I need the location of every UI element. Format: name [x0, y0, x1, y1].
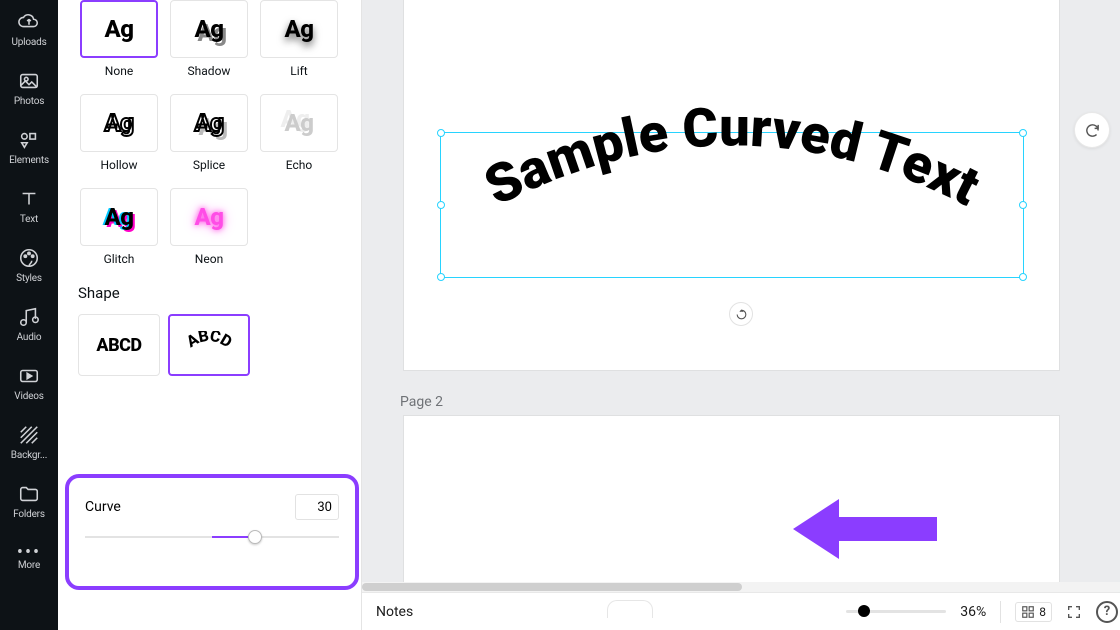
- effect-sample: Ag: [195, 203, 224, 231]
- nav-item-styles[interactable]: Styles: [0, 236, 58, 295]
- curve-slider[interactable]: [85, 536, 339, 538]
- nav-item-audio[interactable]: Audio: [0, 295, 58, 354]
- effect-label: Hollow: [100, 158, 137, 172]
- refresh-icon: [1084, 122, 1101, 139]
- effect-sample: Ag: [195, 15, 224, 43]
- page-2[interactable]: [404, 416, 1059, 592]
- effect-label: Neon: [195, 252, 223, 266]
- curved-abcd-icon: ABCD: [179, 331, 239, 359]
- nav-item-more[interactable]: ••• More: [0, 531, 58, 590]
- nav-item-text[interactable]: Text: [0, 177, 58, 236]
- shape-none[interactable]: ABCD: [78, 314, 160, 376]
- nav-item-label: Videos: [14, 391, 43, 402]
- nav-item-label: More: [18, 560, 40, 571]
- effect-sample: Ag: [285, 109, 314, 137]
- pages-grid-icon: [1021, 605, 1035, 619]
- photos-icon: [18, 70, 40, 92]
- effect-label: Shadow: [188, 64, 231, 78]
- effect-sample: Ag: [285, 15, 314, 43]
- effects-panel: Ag None Ag Shadow Ag Lift Ag Hollow Ag S…: [58, 0, 362, 630]
- shape-heading: Shape: [78, 284, 341, 302]
- separator: [1000, 601, 1001, 623]
- curve-value-input[interactable]: [295, 494, 339, 520]
- videos-icon: [18, 365, 40, 387]
- curved-text-element[interactable]: Sample Curved Text: [440, 88, 1024, 308]
- nav-item-label: Folders: [13, 509, 45, 520]
- rotate-handle[interactable]: [729, 302, 753, 326]
- text-icon: [18, 188, 40, 210]
- effect-echo[interactable]: Ag Echo: [258, 94, 340, 172]
- nav-item-label: Audio: [17, 332, 42, 343]
- effect-sample: Ag: [105, 203, 134, 231]
- fullscreen-icon[interactable]: [1066, 604, 1082, 620]
- effect-label: Glitch: [104, 252, 135, 266]
- effect-shadow[interactable]: Ag Shadow: [168, 0, 250, 78]
- background-icon: [18, 424, 40, 446]
- slider-knob[interactable]: [248, 530, 262, 544]
- effect-lift[interactable]: Ag Lift: [258, 0, 340, 78]
- page-refresh-button[interactable]: [1074, 112, 1110, 148]
- nav-item-label: Uploads: [11, 37, 46, 48]
- page-grid-button[interactable]: 8: [1015, 602, 1052, 622]
- effect-splice[interactable]: Ag Splice: [168, 94, 250, 172]
- effect-glitch[interactable]: Ag Glitch: [78, 188, 160, 266]
- shape-sample: ABCD: [96, 335, 141, 356]
- effect-sample: Ag: [105, 15, 134, 43]
- page-count: 8: [1039, 605, 1046, 619]
- more-icon: •••: [17, 550, 41, 556]
- nav-item-label: Elements: [9, 155, 49, 166]
- page-2-label: Page 2: [400, 394, 443, 410]
- canvas-area[interactable]: Sample Curved Text Page 2: [362, 0, 1120, 630]
- zoom-value[interactable]: 36%: [960, 604, 986, 620]
- cloud-upload-icon: [18, 11, 40, 33]
- bottom-bar: Notes 36% 8 ?: [362, 592, 1120, 630]
- folders-icon: [18, 483, 40, 505]
- styles-icon: [18, 247, 40, 269]
- nav-item-label: Styles: [16, 273, 42, 284]
- svg-text:Sample Curved Text: Sample Curved Text: [475, 96, 989, 218]
- text-effects-grid: Ag None Ag Shadow Ag Lift Ag Hollow Ag S…: [78, 0, 341, 266]
- elements-icon: [18, 129, 40, 151]
- nav-item-label: Text: [20, 214, 38, 225]
- scrollbar-thumb[interactable]: [362, 583, 742, 591]
- effect-label: Echo: [286, 158, 312, 172]
- rotate-icon: [735, 308, 748, 321]
- help-button[interactable]: ?: [1096, 601, 1118, 623]
- effect-none[interactable]: Ag None: [78, 0, 160, 78]
- effect-label: Splice: [193, 158, 225, 172]
- tool-sidebar: Uploads Photos Elements Text Styles Audi…: [0, 0, 58, 630]
- zoom-slider[interactable]: [846, 610, 946, 613]
- shape-row: ABCD ABCD: [78, 314, 341, 376]
- nav-item-videos[interactable]: Videos: [0, 354, 58, 413]
- svg-text:ABCD: ABCD: [183, 331, 235, 351]
- nav-item-photos[interactable]: Photos: [0, 59, 58, 118]
- shape-curve[interactable]: ABCD: [168, 314, 250, 376]
- effect-hollow[interactable]: Ag Hollow: [78, 94, 160, 172]
- nav-item-background[interactable]: Backgr...: [0, 413, 58, 472]
- effect-sample: Ag: [105, 109, 134, 137]
- nav-item-label: Photos: [14, 96, 44, 107]
- curve-control-highlight: Curve: [65, 474, 359, 590]
- audio-icon: [18, 306, 40, 328]
- page-tab-pill[interactable]: [607, 600, 653, 618]
- zoom-knob[interactable]: [858, 605, 870, 617]
- effect-sample: Ag: [195, 109, 224, 137]
- nav-item-uploads[interactable]: Uploads: [0, 0, 58, 59]
- effect-label: None: [105, 64, 133, 78]
- nav-item-folders[interactable]: Folders: [0, 472, 58, 531]
- notes-button[interactable]: Notes: [376, 604, 413, 620]
- horizontal-scrollbar[interactable]: [362, 582, 1120, 592]
- effect-neon[interactable]: Ag Neon: [168, 188, 250, 266]
- curve-label: Curve: [85, 499, 121, 515]
- curved-text-content: Sample Curved Text: [475, 96, 989, 218]
- slider-fill: [212, 536, 248, 538]
- nav-item-elements[interactable]: Elements: [0, 118, 58, 177]
- effect-label: Lift: [290, 64, 307, 78]
- nav-item-label: Backgr...: [11, 450, 47, 461]
